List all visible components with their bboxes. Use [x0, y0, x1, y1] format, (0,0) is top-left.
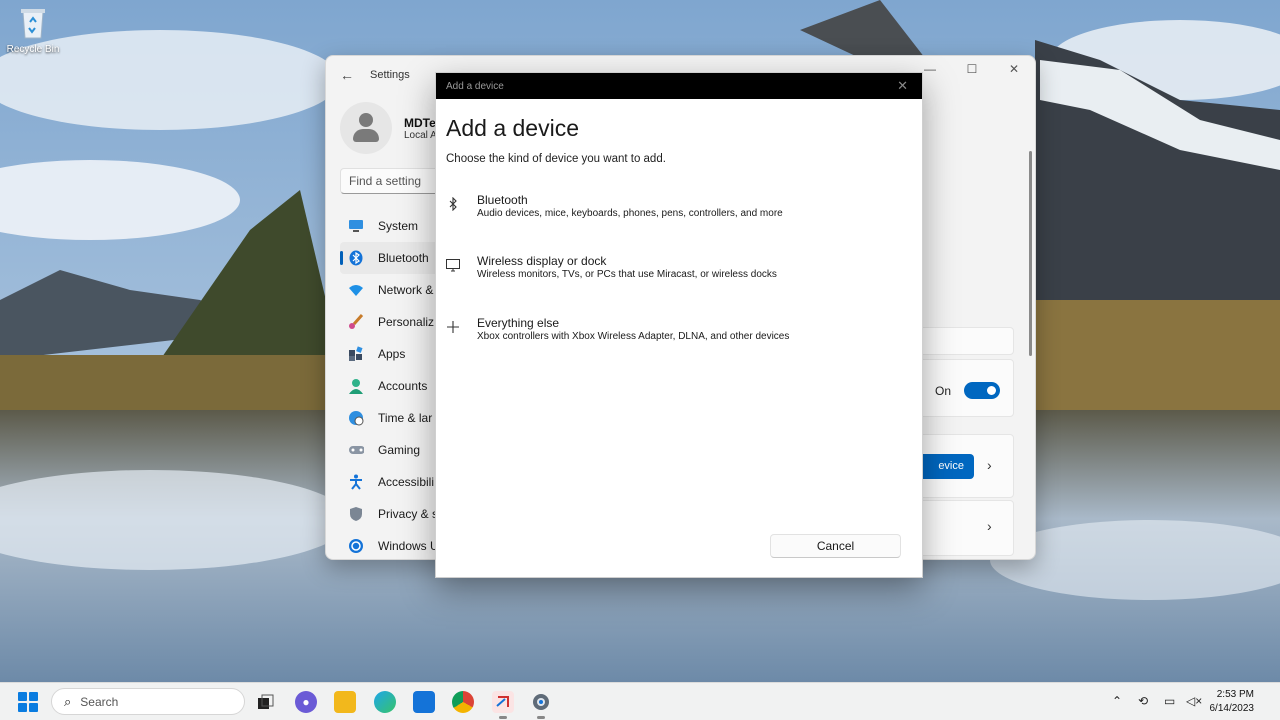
globe-icon [348, 410, 364, 426]
option-everything-else[interactable]: Everything else Xbox controllers with Xb… [444, 316, 914, 366]
teams-chat-icon[interactable]: ● [295, 691, 317, 713]
chevron-right-icon[interactable]: › [987, 518, 992, 534]
monitor-icon [348, 218, 364, 234]
maximize-button[interactable]: ☐ [951, 56, 993, 82]
account-type: Local A [404, 129, 437, 141]
nav-label: Bluetooth [378, 251, 429, 265]
nav-label: Accessibili [378, 475, 435, 489]
taskbar-clock[interactable]: 2:53 PM 6/14/2023 [1210, 688, 1255, 716]
dialog-heading: Add a device [446, 115, 579, 141]
shield-icon [348, 506, 364, 522]
task-view-icon[interactable] [255, 691, 277, 713]
update-icon [348, 538, 364, 554]
apps-icon [348, 346, 364, 362]
option-bluetooth[interactable]: Bluetooth Audio devices, mice, keyboards… [444, 193, 914, 243]
edge-browser-icon[interactable] [374, 691, 396, 713]
back-arrow-icon[interactable]: ← [340, 67, 354, 83]
option-description: Audio devices, mice, keyboards, phones, … [477, 208, 783, 219]
user-profile[interactable]: MDTe Local A [340, 102, 437, 154]
settings-card [916, 327, 1014, 355]
cancel-button[interactable]: Cancel [770, 534, 901, 558]
window-controls: — ☐ ✕ [909, 56, 1035, 82]
recycle-bin-shortcut[interactable]: Recycle Bin [4, 6, 62, 55]
accessibility-icon [348, 474, 364, 490]
search-icon: ⌕ [64, 693, 72, 709]
brush-icon [348, 314, 364, 330]
clock-date: 6/14/2023 [1209, 703, 1255, 714]
user-name: MDTe [404, 115, 436, 130]
nav-label: Accounts [378, 379, 428, 393]
dialog-close-button[interactable]: ✕ [897, 78, 908, 94]
display-icon [446, 258, 460, 272]
start-button[interactable] [18, 692, 38, 712]
add-device-button[interactable]: evice [916, 454, 974, 479]
option-title: Wireless display or dock [477, 254, 607, 268]
devices-card[interactable] [916, 500, 1014, 556]
chevron-right-icon[interactable]: › [987, 457, 992, 473]
file-explorer-icon[interactable] [334, 691, 356, 713]
wifi-icon [348, 282, 364, 298]
toggle-state-label: On [935, 384, 952, 398]
option-description: Xbox controllers with Xbox Wireless Adap… [477, 331, 790, 342]
avatar [340, 102, 392, 154]
nav-label: Network & [378, 283, 434, 297]
settings-title: Settings [370, 69, 410, 81]
option-wireless-display[interactable]: Wireless display or dock Wireless monito… [444, 254, 914, 304]
plus-icon [446, 320, 460, 334]
dialog-subtitle: Choose the kind of device you want to ad… [446, 153, 666, 165]
option-title: Everything else [477, 316, 560, 330]
clock-time: 2:53 PM [1216, 689, 1254, 700]
nav-label: Personaliz [378, 315, 435, 329]
sync-icon[interactable]: ⟲ [1138, 694, 1148, 708]
nav-label: Windows U [378, 539, 439, 553]
microsoft-store-icon[interactable] [413, 691, 435, 713]
bluetooth-toggle[interactable] [964, 382, 1000, 399]
close-button[interactable]: ✕ [993, 56, 1035, 82]
snipping-tool-icon[interactable] [492, 691, 514, 719]
recycle-bin-icon [18, 6, 48, 40]
taskbar-search[interactable]: ⌕ Search [51, 688, 245, 715]
nav-label: Privacy & s [378, 507, 439, 521]
option-title: Bluetooth [477, 193, 528, 207]
dialog-titlebar: Add a device ✕ [436, 73, 922, 99]
chrome-browser-icon[interactable] [452, 691, 474, 713]
bluetooth-icon [348, 250, 364, 266]
taskbar: ⌕ Search ● ⌃ ⟲ ▭ ◁× 2:53 PM 6/14/2023 [0, 682, 1280, 720]
chevron-up-icon[interactable]: ⌃ [1112, 694, 1122, 708]
taskbar-search-placeholder: Search [80, 694, 119, 709]
settings-gear-icon[interactable] [530, 691, 552, 719]
dialog-window-title: Add a device [446, 80, 504, 92]
settings-scrollbar[interactable] [1029, 151, 1032, 356]
person-icon [348, 378, 364, 394]
volume-muted-icon[interactable]: ◁× [1186, 694, 1202, 708]
nav-label: Time & lar [378, 411, 433, 425]
recycle-bin-label: Recycle Bin [6, 44, 60, 55]
bluetooth-icon [446, 197, 460, 211]
nav-label: Gaming [378, 443, 421, 457]
option-description: Wireless monitors, TVs, or PCs that use … [477, 269, 777, 280]
network-icon[interactable]: ▭ [1164, 694, 1175, 708]
add-device-dialog: Add a device ✕ Add a device Choose the k… [435, 72, 923, 578]
nav-label: System [378, 219, 419, 233]
nav-label: Apps [378, 347, 406, 361]
controller-icon [348, 442, 364, 458]
